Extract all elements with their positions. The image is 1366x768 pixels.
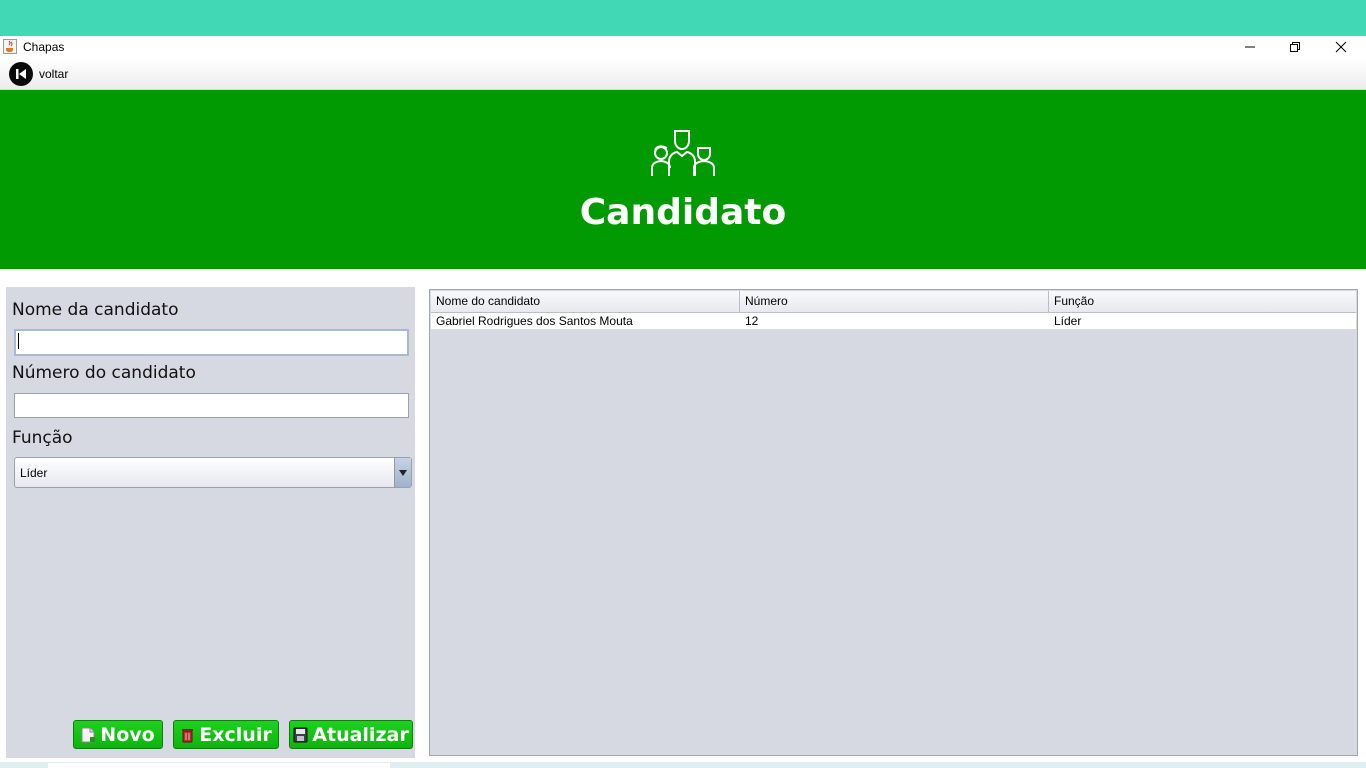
- delete-button[interactable]: Excluir: [173, 720, 279, 749]
- close-icon: [1335, 41, 1347, 53]
- update-button[interactable]: Atualizar: [289, 720, 413, 749]
- save-disk-icon: [293, 727, 308, 742]
- table-header: Nome do candidato Número Função: [431, 291, 1356, 313]
- window-titlebar: [0, 36, 1366, 59]
- java-cup-icon: [3, 39, 17, 54]
- taskbar-tab: [48, 763, 390, 768]
- page-header: [0, 90, 1366, 269]
- new-document-icon: [81, 727, 96, 742]
- column-header-role[interactable]: Função: [1049, 291, 1356, 312]
- new-button[interactable]: Novo: [73, 720, 163, 749]
- skip-back-icon: [9, 62, 33, 86]
- name-field[interactable]: [14, 329, 409, 356]
- delete-button-label: Excluir: [199, 723, 272, 746]
- role-label: Função: [12, 428, 73, 448]
- back-menu-item[interactable]: voltar: [9, 62, 68, 86]
- desktop-top-strip: [0, 0, 1366, 36]
- cell-number: 12: [745, 314, 759, 328]
- role-select[interactable]: Líder: [14, 457, 412, 488]
- chevron-down-icon[interactable]: [394, 458, 411, 487]
- number-label: Número do candidato: [12, 363, 196, 383]
- back-label: voltar: [39, 67, 69, 81]
- update-button-label: Atualizar: [312, 723, 409, 746]
- column-header-name[interactable]: Nome do candidato: [431, 291, 740, 312]
- page-title: Candidato: [579, 192, 787, 233]
- form-panel: [6, 287, 415, 758]
- trash-icon: [182, 728, 194, 742]
- cell-role: Líder: [1054, 314, 1082, 328]
- close-button[interactable]: [1319, 37, 1363, 57]
- people-group-icon: [651, 130, 715, 176]
- menu-bar: [0, 59, 1366, 90]
- candidates-table[interactable]: Nome do candidato Número Função Gabriel …: [429, 289, 1358, 756]
- table-row[interactable]: Gabriel Rodrigues dos Santos Mouta 12 Lí…: [431, 313, 1356, 329]
- restore-icon: [1290, 42, 1300, 52]
- column-header-number[interactable]: Número: [740, 291, 1049, 312]
- cell-name: Gabriel Rodrigues dos Santos Mouta: [436, 314, 633, 328]
- name-label: Nome da candidato: [12, 300, 179, 320]
- restore-button[interactable]: [1273, 37, 1317, 57]
- minimize-button[interactable]: [1228, 37, 1272, 57]
- window-title: Chapas: [23, 40, 65, 54]
- number-field[interactable]: [14, 393, 409, 418]
- role-selected-value: Líder: [20, 466, 48, 480]
- minimize-icon: [1245, 46, 1255, 48]
- new-button-label: Novo: [100, 723, 155, 746]
- text-caret: [18, 333, 19, 349]
